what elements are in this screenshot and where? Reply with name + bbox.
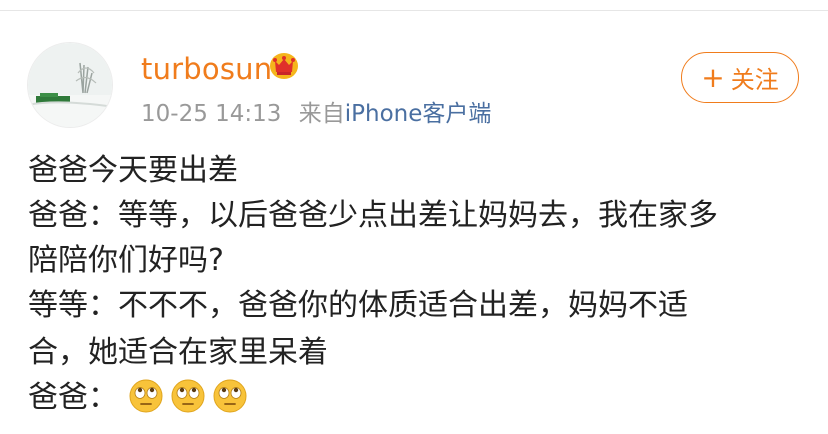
avatar[interactable] bbox=[27, 42, 113, 128]
post-last-line: 爸爸： bbox=[28, 375, 808, 420]
post-line: 爸爸：等等，以后爸爸少点出差让妈妈去，我在家多 bbox=[28, 198, 718, 233]
crown-icon bbox=[268, 51, 300, 81]
post-line: 爸爸今天要出差 bbox=[28, 153, 238, 188]
post-line: 爸爸： bbox=[28, 380, 118, 415]
plus-icon: + bbox=[701, 60, 725, 94]
eye-roll-emoji bbox=[171, 379, 205, 413]
username[interactable]: turbosun bbox=[141, 52, 272, 86]
device-link[interactable]: iPhone客户端 bbox=[345, 101, 492, 127]
post-line: 合，她适合在家里呆着 bbox=[28, 335, 328, 370]
eye-roll-emoji bbox=[213, 379, 247, 413]
source-prefix: 来自 bbox=[298, 101, 345, 127]
post-meta: 10-25 14:13 来自iPhone客户端 bbox=[141, 94, 491, 128]
timestamp: 10-25 14:13 bbox=[141, 101, 282, 127]
post-line: 等等：不不不，爸爸你的体质适合出差，妈妈不适 bbox=[28, 288, 688, 323]
top-divider bbox=[0, 10, 828, 11]
post-line: 陪陪你们好吗? bbox=[28, 243, 224, 278]
follow-button[interactable]: + 关注 bbox=[681, 52, 799, 103]
eye-roll-emoji bbox=[129, 379, 163, 413]
follow-label: 关注 bbox=[730, 66, 779, 94]
post-body: 爸爸今天要出差 爸爸：等等，以后爸爸少点出差让妈妈去，我在家多 陪陪你们好吗? … bbox=[28, 148, 808, 420]
